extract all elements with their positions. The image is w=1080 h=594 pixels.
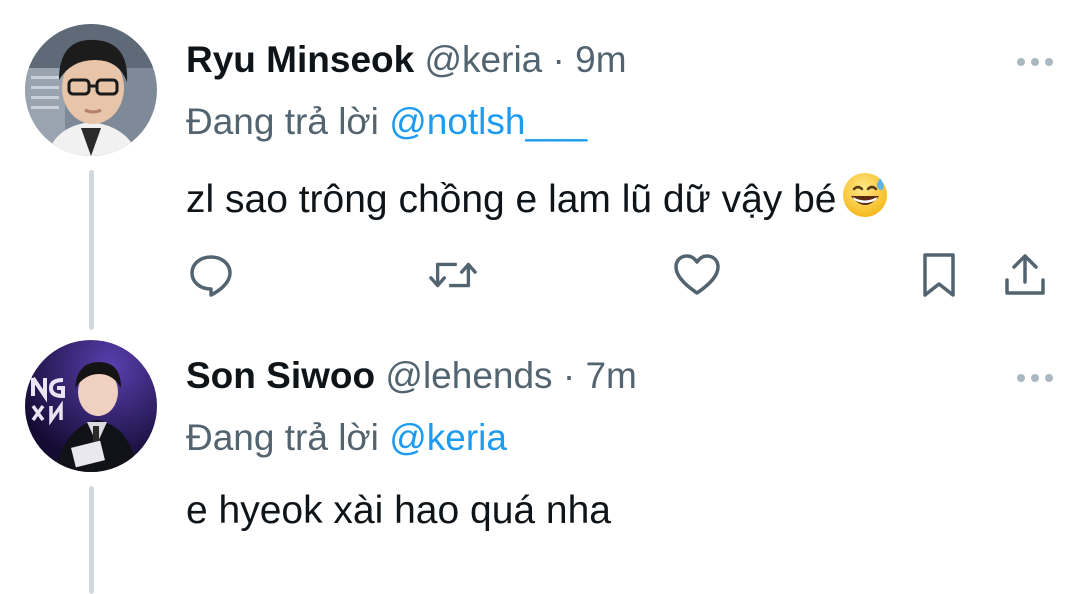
- bookmark-button[interactable]: [914, 250, 964, 300]
- retweet-icon: [429, 262, 477, 288]
- tweet-actions: [0, 250, 1080, 300]
- tweet-header: Ryu Minseok @keria · 9m: [186, 38, 627, 82]
- share-icon: [1005, 254, 1045, 295]
- separator-dot: ·: [552, 39, 565, 80]
- like-button[interactable]: [672, 250, 722, 300]
- replying-to: Đang trả lời @keria: [186, 416, 507, 460]
- timestamp[interactable]: 7m: [585, 355, 636, 396]
- tweet-text-content: e hyeok xài hao quá nha: [186, 489, 612, 532]
- more-icon[interactable]: [1016, 370, 1054, 382]
- tweet[interactable]: Ryu Minseok @keria · 9m Đang trả lời @no…: [0, 0, 1080, 330]
- avatar[interactable]: [25, 340, 157, 472]
- share-button[interactable]: [1000, 250, 1050, 300]
- reply-icon: [190, 255, 232, 297]
- more-icon[interactable]: [1016, 54, 1054, 66]
- display-name[interactable]: Son Siwoo: [186, 355, 375, 396]
- grinning-face-with-sweat-emoji: [840, 170, 890, 231]
- user-handle[interactable]: @lehends: [385, 355, 552, 396]
- replying-to-mention[interactable]: @keria: [389, 417, 507, 458]
- like-icon: [674, 254, 720, 295]
- reply-button[interactable]: [186, 250, 236, 300]
- timestamp[interactable]: 9m: [575, 39, 626, 80]
- tweet-text-content: zl sao trông chồng e lam lũ dữ vậy bé: [186, 178, 837, 221]
- replying-to-label: Đang trả lời: [186, 417, 379, 458]
- tweet-text: zl sao trông chồng e lam lũ dữ vậy bé: [186, 170, 890, 231]
- user-handle[interactable]: @keria: [425, 39, 543, 80]
- separator-dot: ·: [562, 355, 576, 396]
- avatar[interactable]: [25, 24, 157, 156]
- tweet-text: e hyeok xài hao quá nha: [186, 488, 611, 534]
- retweet-button[interactable]: [428, 250, 478, 300]
- bookmark-icon: [923, 253, 955, 297]
- tweet[interactable]: Son Siwoo @lehends · 7m Đang trả lời @ke…: [0, 330, 1080, 594]
- tweet-header: Son Siwoo @lehends · 7m: [186, 354, 637, 398]
- replying-to-label: Đang trả lời: [186, 101, 379, 142]
- display-name[interactable]: Ryu Minseok: [186, 39, 414, 80]
- replying-to-mention[interactable]: @notlsh___: [389, 101, 587, 142]
- thread-connector-line: [89, 486, 94, 594]
- replying-to: Đang trả lời @notlsh___: [186, 100, 587, 144]
